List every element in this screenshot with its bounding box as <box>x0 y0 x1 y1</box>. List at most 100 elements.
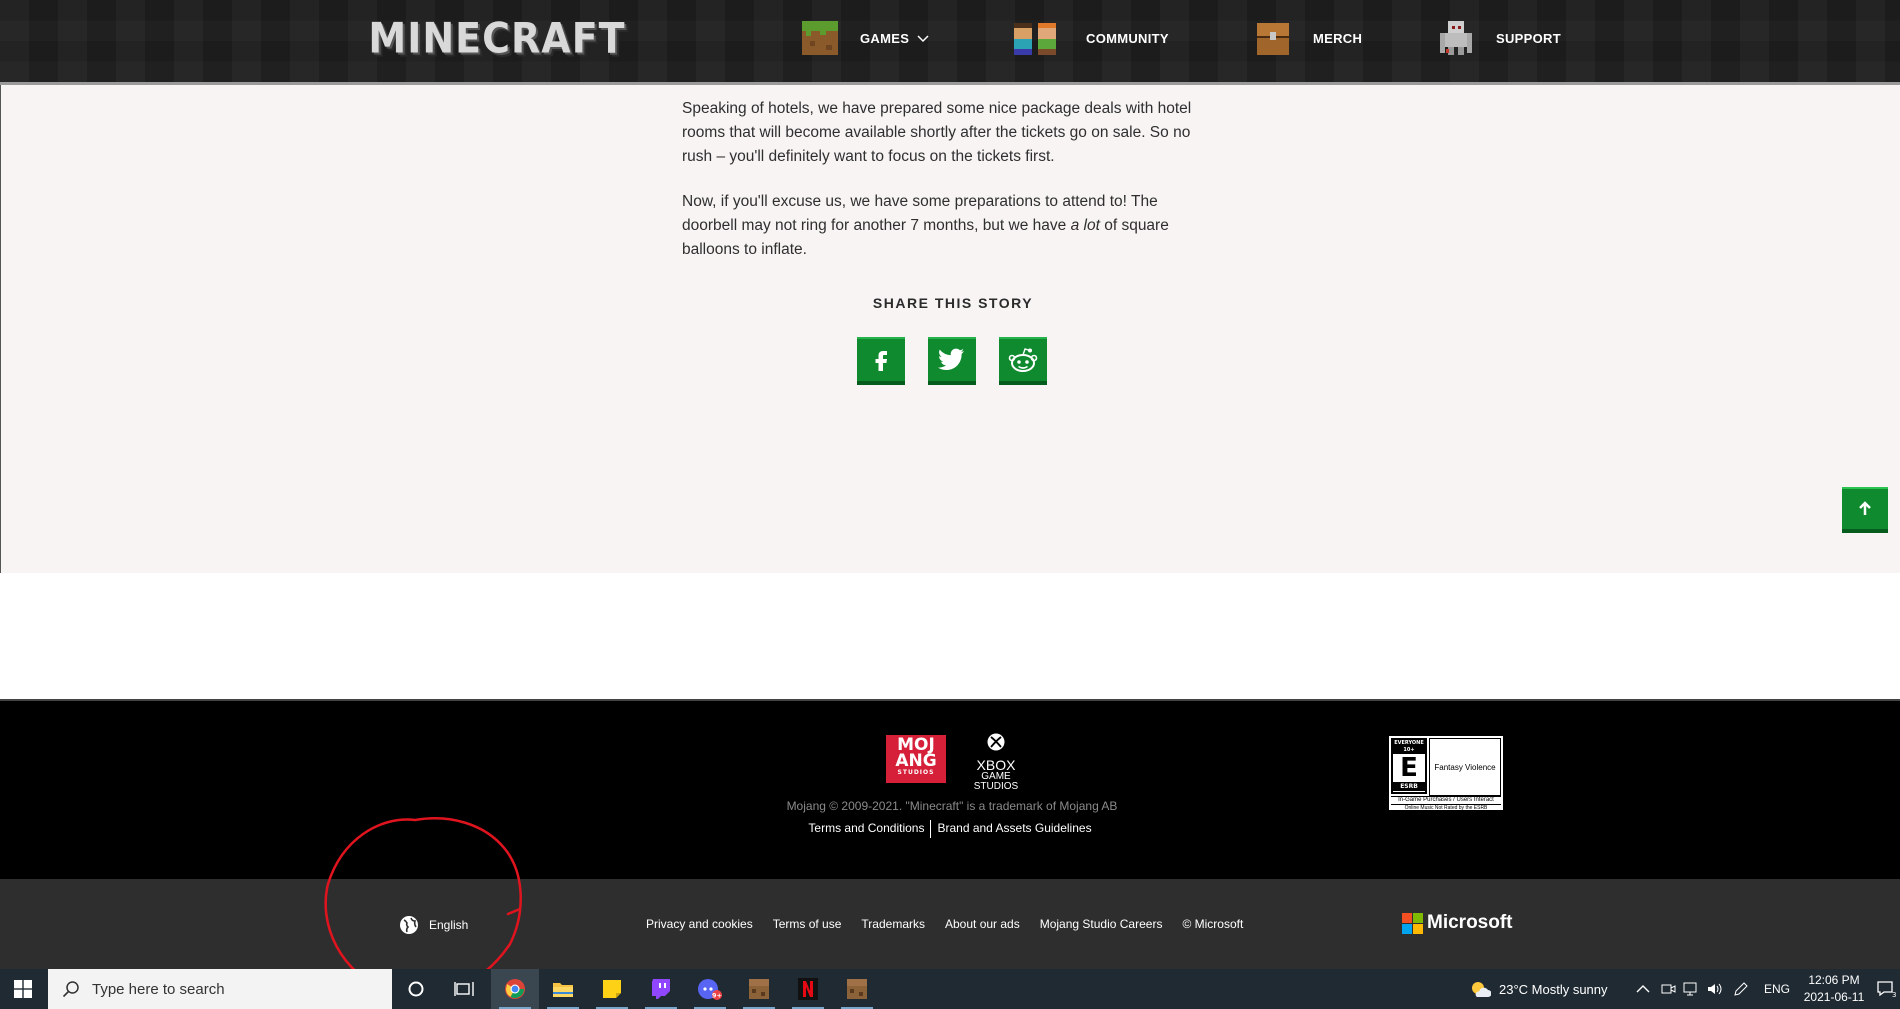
arrow-up-icon <box>1859 501 1871 515</box>
esrb-org-label: ESRB <box>1393 782 1425 791</box>
minecraft-launcher-taskbar-app[interactable] <box>735 969 783 1009</box>
article-paragraph: Now, if you'll excuse us, we have some p… <box>682 190 1212 262</box>
folder-icon <box>553 983 573 997</box>
trademarks-link[interactable]: Trademarks <box>861 917 925 931</box>
mojang-logo-line: ANG <box>895 751 937 771</box>
article-body: Speaking of hotels, we have prepared som… <box>0 85 1900 573</box>
characters-icon <box>1014 23 1056 55</box>
mojang-studios-logo[interactable]: MOJ ANG STUDIOS <box>886 735 946 783</box>
twitter-icon <box>938 348 964 370</box>
nav-merch[interactable]: MERCH <box>1253 18 1362 58</box>
xbox-game-studios-logo[interactable]: XBOX GAME STUDIOS <box>960 733 1032 792</box>
file-explorer-taskbar-app[interactable] <box>539 969 587 1009</box>
language-label: English <box>429 918 469 932</box>
windows-taskbar: 9+ 23°C Mostly sunny ENG <box>0 969 1900 1009</box>
meet-now-icon[interactable] <box>1660 981 1676 997</box>
esrb-rating-badge[interactable]: EVERYONE 10+ E ESRB Fantasy Violence In-… <box>1387 734 1505 812</box>
terms-of-use-link[interactable]: Terms of use <box>773 917 842 931</box>
minecraft-logo[interactable]: MINECRAFT <box>368 14 626 62</box>
chest-icon <box>1257 23 1289 55</box>
legal-links: Terms and Conditions Brand and Assets Gui… <box>0 820 1900 838</box>
microsoft-logo[interactable]: Microsoft <box>1402 912 1513 934</box>
microsoft-wordmark: Microsoft <box>1427 912 1513 933</box>
netflix-taskbar-app[interactable] <box>784 969 832 1009</box>
nav-community-label: COMMUNITY <box>1086 30 1169 46</box>
esrb-descriptor: Fantasy Violence <box>1429 738 1501 796</box>
twitch-icon <box>652 979 670 999</box>
iron-golem-icon <box>1440 21 1472 55</box>
nav-merch-label: MERCH <box>1313 30 1363 46</box>
notification-center-button[interactable]: 3 <box>1876 969 1896 1009</box>
start-button[interactable] <box>0 969 46 1009</box>
taskbar-search-input[interactable] <box>90 979 374 999</box>
brand-guidelines-link[interactable]: Brand and Assets Guidelines <box>931 821 1097 835</box>
minecraft-block-icon <box>749 979 769 999</box>
site-header: MINECRAFT GAMES COMMUNITY MERCH SUPPORT <box>0 0 1900 85</box>
discord-taskbar-app[interactable]: 9+ <box>686 969 734 1009</box>
esrb-age-label: EVERYONE 10+ <box>1393 740 1425 754</box>
share-twitter-button[interactable] <box>928 337 976 385</box>
nav-community[interactable]: COMMUNITY <box>1010 18 1169 58</box>
nav-games[interactable]: GAMES <box>800 18 929 58</box>
language-selector[interactable]: English <box>399 914 468 936</box>
windows-logo-icon <box>14 980 32 998</box>
xbox-icon <box>987 733 1005 751</box>
network-icon[interactable] <box>1682 981 1700 997</box>
volume-icon[interactable] <box>1706 981 1724 997</box>
share-title: SHARE THIS STORY <box>872 295 1034 311</box>
task-view-icon <box>454 982 474 996</box>
xbox-logo-subtext: GAME STUDIOS <box>973 771 1019 792</box>
article-paragraph: Speaking of hotels, we have prepared som… <box>682 100 1192 165</box>
system-clock[interactable]: 12:06 PM 2021-06-11 <box>1794 972 1874 1006</box>
privacy-and-cookies-link[interactable]: Privacy and cookies <box>646 917 753 931</box>
minecraft-taskbar-app[interactable] <box>833 969 881 1009</box>
xbox-logo-text: XBOX <box>976 757 1016 773</box>
twitch-taskbar-app[interactable] <box>637 969 685 1009</box>
notification-icon: 3 <box>1877 981 1896 998</box>
netflix-icon <box>798 978 818 1000</box>
task-view-button[interactable] <box>440 969 488 1009</box>
facebook-icon <box>875 351 887 371</box>
nav-games-label: GAMES <box>860 30 910 46</box>
nav-support-label: SUPPORT <box>1496 30 1561 46</box>
microsoft-copyright-link[interactable]: © Microsoft <box>1182 917 1243 931</box>
search-icon <box>62 981 79 998</box>
partly-sunny-icon <box>1472 982 1491 997</box>
cortana-icon <box>408 981 424 997</box>
share-facebook-button[interactable] <box>857 337 905 385</box>
esrb-rating-letter: E <box>1400 753 1418 783</box>
minecraft-block-icon <box>847 979 867 999</box>
input-language[interactable]: ENG <box>1764 982 1790 996</box>
chrome-taskbar-app[interactable] <box>491 969 539 1009</box>
clock-date: 2021-06-11 <box>1803 990 1865 1004</box>
clock-time: 12:06 PM <box>1808 973 1860 987</box>
terms-and-conditions-link[interactable]: Terms and Conditions <box>802 821 930 835</box>
discord-badge: 9+ <box>712 992 722 1000</box>
reddit-icon <box>1008 348 1038 372</box>
notification-count: 3 <box>1892 991 1896 998</box>
taskbar-search[interactable] <box>48 969 392 1009</box>
nav-support[interactable]: SUPPORT <box>1436 18 1561 58</box>
cortana-button[interactable] <box>392 969 440 1009</box>
sticky-notes-icon <box>603 980 621 998</box>
weather-text: 23°C Mostly sunny <box>1499 981 1608 997</box>
microsoft-footer-links: Privacy and cookies Terms of use Tradema… <box>646 914 1263 934</box>
globe-icon <box>400 916 418 934</box>
article-emphasis: a lot <box>1070 217 1100 234</box>
pen-icon[interactable] <box>1732 981 1750 997</box>
sticky-notes-taskbar-app[interactable] <box>588 969 636 1009</box>
about-our-ads-link[interactable]: About our ads <box>945 917 1020 931</box>
esrb-interactive-elements: In-Game Purchases / Users Interact <box>1391 796 1501 803</box>
chevron-down-icon <box>917 35 929 43</box>
weather-widget[interactable]: 23°C Mostly sunny <box>1469 969 1608 1009</box>
footer-main <box>0 699 1900 881</box>
chevron-up-icon[interactable] <box>1636 984 1650 994</box>
chrome-icon <box>505 979 525 999</box>
share-reddit-button[interactable] <box>999 337 1047 385</box>
mojang-careers-link[interactable]: Mojang Studio Careers <box>1040 917 1163 931</box>
back-to-top-button[interactable] <box>1842 487 1888 533</box>
esrb-rating-box: EVERYONE 10+ E ESRB <box>1391 738 1427 794</box>
system-tray-icons: ENG <box>1636 969 1790 1009</box>
microsoft-squares-icon <box>1402 912 1423 934</box>
esrb-online-notice: Online Music Not Rated by the ESRB <box>1391 804 1501 811</box>
